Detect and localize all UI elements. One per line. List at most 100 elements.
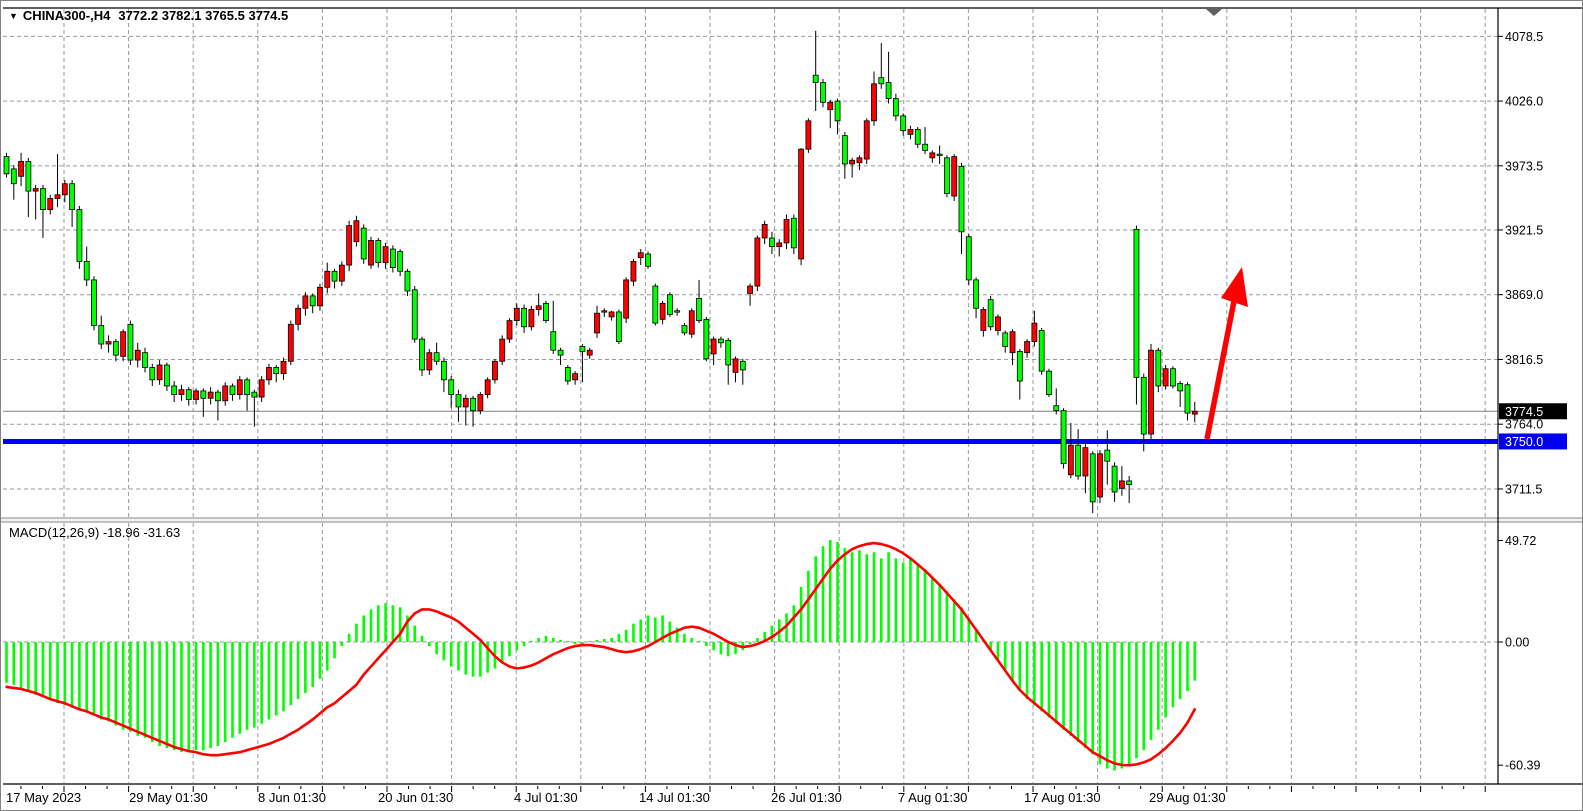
candle bbox=[84, 261, 89, 279]
candle bbox=[1032, 323, 1037, 341]
candle bbox=[1178, 384, 1183, 391]
candle bbox=[1105, 450, 1110, 461]
candle bbox=[26, 162, 31, 192]
price-axis-label: 3764.0 bbox=[1505, 418, 1543, 432]
candle bbox=[303, 296, 308, 308]
candle bbox=[1170, 369, 1175, 386]
time-axis-label: 4 Jul 01:30 bbox=[514, 790, 578, 805]
mt4-chart-window: 4078.54026.03973.53921.53869.03816.53764… bbox=[0, 0, 1583, 811]
candle bbox=[55, 195, 60, 199]
candle bbox=[186, 390, 191, 400]
candle bbox=[667, 295, 672, 315]
price-axis-label: 4078.5 bbox=[1505, 30, 1543, 44]
candle bbox=[514, 308, 519, 320]
candle bbox=[974, 280, 979, 308]
candle bbox=[1149, 350, 1154, 434]
candle bbox=[1025, 342, 1030, 353]
candle bbox=[1054, 406, 1059, 411]
candle bbox=[682, 326, 687, 333]
candle bbox=[930, 153, 935, 158]
candle bbox=[842, 136, 847, 164]
candle bbox=[1061, 411, 1066, 464]
price-axis-label: 3711.5 bbox=[1505, 482, 1542, 496]
symbol-dropdown-icon[interactable]: ▼ bbox=[9, 11, 18, 21]
candle bbox=[1068, 445, 1073, 475]
macd-indicator-label: MACD(12,26,9) -18.96 -31.63 bbox=[9, 525, 180, 540]
candle bbox=[872, 84, 877, 121]
candle bbox=[1141, 377, 1146, 434]
candle bbox=[777, 243, 782, 247]
candle bbox=[893, 99, 898, 116]
candle bbox=[820, 83, 825, 103]
candle bbox=[48, 199, 53, 210]
candle bbox=[624, 280, 629, 318]
macd-axis-label: 0.00 bbox=[1505, 636, 1529, 650]
time-axis-label: 8 Jun 01:30 bbox=[258, 790, 326, 805]
candle bbox=[835, 101, 840, 121]
candle bbox=[172, 386, 177, 395]
candle bbox=[602, 311, 607, 312]
candle bbox=[1017, 351, 1022, 381]
candle bbox=[266, 367, 271, 379]
candle bbox=[11, 169, 16, 184]
candle bbox=[121, 332, 126, 357]
candle bbox=[361, 228, 366, 259]
candle bbox=[135, 350, 140, 360]
candle bbox=[631, 261, 636, 281]
candle bbox=[230, 386, 235, 395]
time-axis-label: 26 Jul 01:30 bbox=[771, 790, 842, 805]
candle bbox=[194, 391, 199, 400]
candle bbox=[157, 365, 162, 380]
time-axis-label: 29 May 01:30 bbox=[129, 790, 208, 805]
candle bbox=[33, 189, 38, 191]
candle bbox=[434, 353, 439, 362]
candle bbox=[215, 392, 220, 401]
panel-splitter[interactable] bbox=[1, 518, 1583, 522]
candle bbox=[660, 303, 665, 319]
candle bbox=[573, 374, 578, 380]
candle bbox=[485, 380, 490, 395]
chart-background bbox=[1, 1, 1583, 811]
candle bbox=[325, 271, 330, 287]
price-axis-label: 3816.5 bbox=[1505, 353, 1543, 367]
candle bbox=[113, 342, 118, 356]
candle bbox=[995, 317, 1000, 331]
candle bbox=[522, 308, 527, 326]
candle bbox=[259, 380, 264, 397]
candle bbox=[1083, 448, 1088, 476]
candle bbox=[551, 332, 556, 350]
chart-canvas[interactable]: 4078.54026.03973.53921.53869.03816.53764… bbox=[1, 1, 1583, 811]
candle bbox=[471, 398, 476, 410]
candle bbox=[828, 102, 833, 109]
candle bbox=[427, 353, 432, 370]
candle bbox=[1185, 385, 1190, 413]
candle bbox=[536, 306, 541, 310]
candle bbox=[609, 312, 614, 317]
candle bbox=[1156, 350, 1161, 386]
candle bbox=[558, 350, 563, 355]
candle bbox=[376, 240, 381, 262]
macd-values: -18.96 -31.63 bbox=[103, 525, 180, 540]
candle bbox=[412, 290, 417, 339]
candle bbox=[237, 380, 242, 395]
candle bbox=[959, 166, 964, 231]
candle bbox=[901, 116, 906, 131]
price-axis-label: 3973.5 bbox=[1505, 159, 1543, 173]
candle bbox=[383, 247, 388, 263]
candle bbox=[201, 391, 206, 398]
candle bbox=[616, 312, 621, 342]
candle bbox=[1134, 229, 1139, 377]
candle bbox=[317, 287, 322, 305]
candle bbox=[91, 280, 96, 326]
candle bbox=[4, 157, 9, 174]
candle bbox=[806, 121, 811, 149]
candle bbox=[310, 296, 315, 306]
time-axis-label: 14 Jul 01:30 bbox=[639, 790, 710, 805]
candle bbox=[864, 121, 869, 159]
candle bbox=[245, 380, 250, 395]
candle bbox=[718, 339, 723, 343]
candle bbox=[1112, 466, 1117, 492]
candle bbox=[1098, 454, 1103, 497]
candle bbox=[507, 321, 512, 339]
candle bbox=[463, 398, 468, 407]
